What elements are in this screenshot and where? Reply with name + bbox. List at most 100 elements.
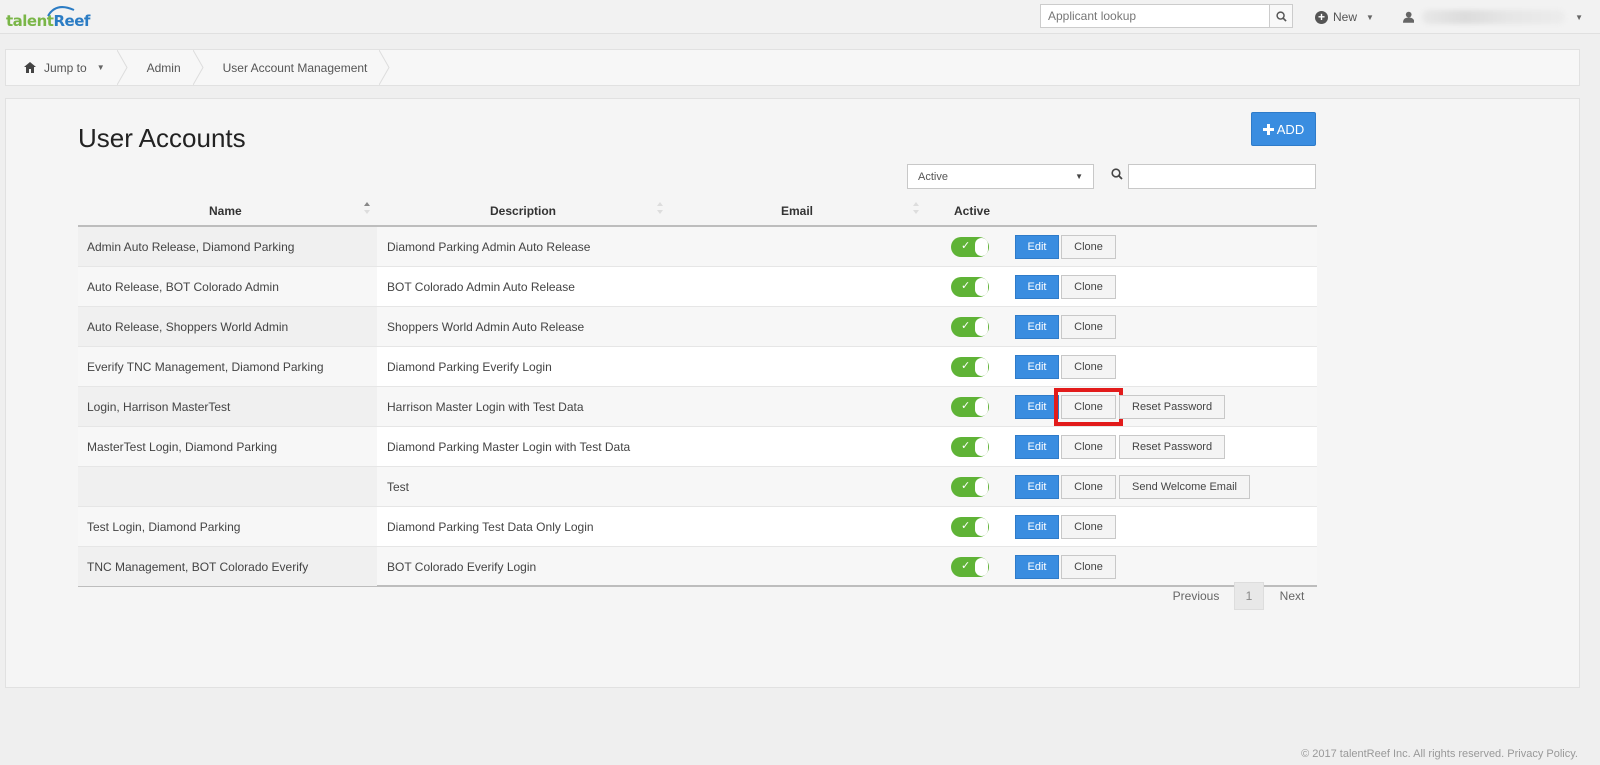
user-accounts-table: Name Description Email Active Admin Auto… xyxy=(78,197,1317,587)
user-icon xyxy=(1403,11,1415,23)
send-welcome-email-button[interactable]: Send Welcome Email xyxy=(1119,475,1250,499)
logo-wave-icon xyxy=(47,6,75,17)
toggle-knob xyxy=(975,558,988,576)
breadcrumb-separator xyxy=(192,50,204,85)
column-header-description[interactable]: Description xyxy=(490,204,556,218)
column-header-name[interactable]: Name xyxy=(209,204,242,218)
table-row: Login, Harrison MasterTest Harrison Maste… xyxy=(78,387,1317,427)
table-row: Auto Release, Shoppers World Admin Shoppe… xyxy=(78,307,1317,347)
clone-button[interactable]: Clone xyxy=(1054,388,1123,426)
edit-button[interactable]: Edit xyxy=(1015,555,1059,579)
user-name-blurred xyxy=(1422,10,1566,24)
edit-button[interactable]: Edit xyxy=(1015,235,1059,259)
toggle-knob xyxy=(975,278,988,296)
cell-name: Everify TNC Management, Diamond Parking xyxy=(78,347,377,386)
check-icon: ✓ xyxy=(961,560,971,572)
toggle-knob xyxy=(975,478,988,496)
active-toggle[interactable]: ✓ xyxy=(951,517,989,537)
user-menu[interactable]: ▼ xyxy=(1403,8,1583,26)
column-header-email[interactable]: Email xyxy=(781,204,813,218)
check-icon: ✓ xyxy=(961,440,971,452)
pagination-next[interactable]: Next xyxy=(1272,589,1312,603)
edit-button[interactable]: Edit xyxy=(1015,435,1059,459)
clone-button[interactable]: Clone xyxy=(1061,275,1116,299)
breadcrumb-user-account-management: User Account Management xyxy=(205,50,392,85)
table-search-input[interactable] xyxy=(1128,164,1316,189)
toggle-knob xyxy=(975,518,988,536)
caret-down-icon: ▼ xyxy=(96,63,105,72)
clone-button[interactable]: Clone xyxy=(1061,515,1116,539)
active-toggle[interactable]: ✓ xyxy=(951,317,989,337)
clone-button[interactable]: Clone xyxy=(1061,315,1116,339)
sort-icon[interactable] xyxy=(656,201,664,215)
cell-description: Shoppers World Admin Auto Release xyxy=(387,319,585,334)
table-row: Auto Release, BOT Colorado Admin BOT Colo… xyxy=(78,267,1317,307)
column-header-active: Active xyxy=(954,204,991,218)
caret-down-icon: ▼ xyxy=(1075,172,1083,181)
edit-button[interactable]: Edit xyxy=(1015,395,1059,419)
clone-button[interactable]: Clone xyxy=(1061,235,1116,259)
pagination-page-1[interactable]: 1 xyxy=(1234,582,1264,610)
cell-description: BOT Colorado Admin Auto Release xyxy=(387,279,575,294)
table-row: Test Login, Diamond Parking Diamond Parki… xyxy=(78,507,1317,547)
search-icon xyxy=(1111,168,1123,180)
edit-button[interactable]: Edit xyxy=(1015,275,1059,299)
check-icon: ✓ xyxy=(961,520,971,532)
cell-name: Admin Auto Release, Diamond Parking xyxy=(78,227,377,266)
check-icon: ✓ xyxy=(961,280,971,292)
cell-description: Diamond Parking Test Data Only Login xyxy=(387,519,594,534)
edit-button[interactable]: Edit xyxy=(1015,315,1059,339)
talentreef-logo[interactable]: talent Reef xyxy=(6,4,90,30)
cell-description: Test xyxy=(387,479,410,494)
applicant-lookup-input[interactable] xyxy=(1040,4,1270,28)
add-button-label: ADD xyxy=(1276,121,1305,137)
breadcrumb: Jump to ▼ Admin User Account Management xyxy=(5,49,1580,86)
footer-copyright: © 2017 talentReef Inc. All rights reserv… xyxy=(1301,748,1578,760)
add-button[interactable]: ADD xyxy=(1251,112,1316,146)
active-toggle[interactable]: ✓ xyxy=(951,277,989,297)
edit-button[interactable]: Edit xyxy=(1015,515,1059,539)
cell-name: Test Login, Diamond Parking xyxy=(78,507,377,546)
cell-name: Auto Release, BOT Colorado Admin xyxy=(78,267,377,306)
toggle-knob xyxy=(975,358,988,376)
breadcrumb-separator xyxy=(116,50,128,85)
edit-button[interactable]: Edit xyxy=(1015,475,1059,499)
clone-button[interactable]: Clone xyxy=(1061,475,1116,499)
active-toggle[interactable]: ✓ xyxy=(951,237,989,257)
sort-asc-icon[interactable] xyxy=(363,201,371,215)
active-toggle[interactable]: ✓ xyxy=(951,357,989,377)
table-body: Admin Auto Release, Diamond Parking Diamo… xyxy=(78,227,1317,587)
reset-password-button[interactable]: Reset Password xyxy=(1119,435,1226,459)
toggle-knob xyxy=(975,318,988,336)
home-icon xyxy=(24,62,36,73)
pagination-previous[interactable]: Previous xyxy=(1166,589,1226,603)
active-toggle[interactable]: ✓ xyxy=(951,477,989,497)
table-row: MasterTest Login, Diamond Parking Diamond… xyxy=(78,427,1317,467)
breadcrumb-label: Admin xyxy=(146,60,181,75)
cell-description: Diamond Parking Admin Auto Release xyxy=(387,239,591,254)
active-toggle[interactable]: ✓ xyxy=(951,397,989,417)
edit-button[interactable]: Edit xyxy=(1015,355,1059,379)
cell-description: Harrison Master Login with Test Data xyxy=(387,399,584,414)
cell-name: Auto Release, Shoppers World Admin xyxy=(78,307,377,346)
sort-icon[interactable] xyxy=(912,201,920,215)
breadcrumb-jump-to[interactable]: Jump to ▼ xyxy=(6,50,129,85)
clone-button[interactable]: Clone xyxy=(1061,555,1116,579)
breadcrumb-admin[interactable]: Admin xyxy=(129,50,205,85)
applicant-lookup xyxy=(1040,4,1293,28)
main-panel: User Accounts ADD Active ▼ Name Descript… xyxy=(5,98,1580,688)
table-row: Test ✓ Edit Clone Send Welcome Email xyxy=(78,467,1317,507)
status-filter-select[interactable]: Active ▼ xyxy=(907,164,1094,189)
new-menu[interactable]: + New ▼ xyxy=(1315,8,1374,26)
applicant-lookup-button[interactable] xyxy=(1270,4,1293,28)
toggle-knob xyxy=(975,438,988,456)
clone-button[interactable]: Clone xyxy=(1061,355,1116,379)
active-toggle[interactable]: ✓ xyxy=(951,437,989,457)
cell-name: TNC Management, BOT Colorado Everify xyxy=(78,547,377,586)
reset-password-button[interactable]: Reset Password xyxy=(1119,395,1226,419)
active-toggle[interactable]: ✓ xyxy=(951,557,989,577)
plus-icon xyxy=(1262,123,1274,135)
caret-down-icon: ▼ xyxy=(1575,12,1583,22)
table-row: Everify TNC Management, Diamond Parking D… xyxy=(78,347,1317,387)
clone-button[interactable]: Clone xyxy=(1061,435,1116,459)
